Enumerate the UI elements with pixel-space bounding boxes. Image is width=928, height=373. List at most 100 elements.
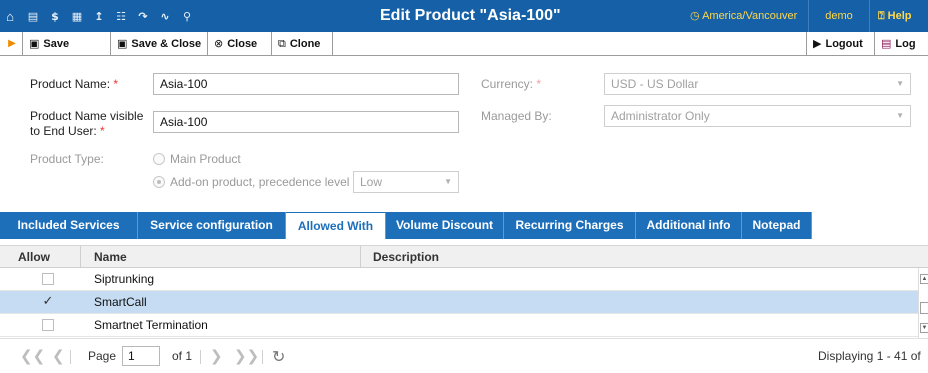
user-menu[interactable]: demo bbox=[808, 0, 870, 32]
managed-by-label: Managed By: bbox=[481, 109, 552, 123]
page-title: Edit Product "Asia-100" bbox=[380, 7, 561, 24]
first-page-icon[interactable]: ❮❮ bbox=[20, 339, 45, 373]
log-button[interactable]: ▤ Log bbox=[874, 32, 928, 56]
refresh-icon[interactable]: ↻ bbox=[272, 339, 285, 373]
home-icon[interactable]: ⌂ bbox=[0, 0, 20, 32]
tab-recurring-charges[interactable]: Recurring Charges bbox=[504, 212, 636, 239]
save-button[interactable]: ▣ Save bbox=[22, 32, 77, 56]
next-page-icon[interactable]: ❯ bbox=[210, 339, 223, 373]
help-link[interactable]: ⍰ Help bbox=[878, 0, 912, 32]
scroll-thumb[interactable] bbox=[920, 302, 928, 314]
scroll-up-icon[interactable]: ▲ bbox=[920, 274, 928, 284]
scroll-down-icon[interactable]: ▼ bbox=[920, 323, 928, 333]
save-close-button[interactable]: ▣ Save & Close bbox=[110, 32, 207, 56]
product-name-input[interactable]: Asia-100 bbox=[153, 73, 459, 95]
tab-allowed-with[interactable]: Allowed With bbox=[286, 212, 386, 239]
grid-scrollbar[interactable]: ▲ ▼ bbox=[918, 268, 928, 338]
upload-icon[interactable]: ↥ bbox=[88, 10, 110, 23]
precedence-value: Low bbox=[360, 175, 383, 189]
table-row[interactable]: Smartnet Termination bbox=[0, 314, 918, 337]
pager-divider bbox=[200, 350, 201, 364]
grid-header: Allow Name Description bbox=[0, 245, 928, 268]
timezone-label: America/Vancouver bbox=[702, 10, 798, 22]
floppy-icon: ▣ bbox=[29, 37, 40, 50]
chevron-down-icon: ▼ bbox=[896, 111, 904, 120]
page-total-label: of 1 bbox=[172, 349, 193, 363]
product-name-label-text: Product Name: bbox=[30, 77, 111, 91]
pagination-bar: ❮❮ ❮ Page 1 of 1 ❯ ❯❯ ↻ Displaying 1 - 4… bbox=[0, 338, 928, 373]
row-name: Smartnet Termination bbox=[94, 318, 208, 332]
list-icon[interactable]: ▤ bbox=[22, 10, 44, 23]
nav-icon-group: ▤ $ ▦ ↥ ☷ ↷ ∿ ⚲ bbox=[22, 0, 198, 32]
product-type-label: Product Type: bbox=[30, 152, 104, 166]
main-product-label: Main Product bbox=[170, 152, 241, 166]
toolbar: ▶ ▣ Save ▣ Save & Close ⊗ Close ⧉ Clone ▶ Log… bbox=[0, 32, 928, 56]
currency-select[interactable]: USD - US Dollar ▼ bbox=[604, 73, 911, 95]
column-allow[interactable]: Allow bbox=[18, 246, 50, 268]
allow-checkbox[interactable] bbox=[42, 319, 54, 331]
dollar-icon[interactable]: $ bbox=[44, 10, 66, 23]
search-icon[interactable]: ⚲ bbox=[176, 10, 198, 23]
pager-divider bbox=[70, 350, 71, 364]
clone-button[interactable]: ⧉ Clone bbox=[271, 32, 332, 56]
grid-icon[interactable]: ▦ bbox=[66, 10, 88, 23]
column-description[interactable]: Description bbox=[373, 246, 439, 268]
precedence-select[interactable]: Low ▼ bbox=[353, 171, 459, 193]
save-close-label: Save & Close bbox=[131, 38, 202, 50]
column-divider bbox=[80, 246, 81, 268]
logout-icon: ▶ bbox=[813, 37, 822, 50]
addon-product-radio[interactable]: Add-on product, precedence level bbox=[153, 175, 349, 189]
required-mark: * bbox=[113, 77, 119, 91]
page-label: Page bbox=[88, 349, 117, 363]
log-label: Log bbox=[895, 38, 916, 50]
logout-button[interactable]: ▶ Logout bbox=[806, 32, 874, 56]
close-label: Close bbox=[227, 38, 258, 50]
main-product-radio[interactable]: Main Product bbox=[153, 152, 241, 166]
visible-name-input[interactable]: Asia-100 bbox=[153, 111, 459, 133]
chevron-down-icon: ▼ bbox=[896, 79, 904, 88]
currency-value: USD - US Dollar bbox=[611, 77, 699, 91]
share-icon[interactable]: ↷ bbox=[132, 10, 154, 23]
column-name[interactable]: Name bbox=[94, 246, 127, 268]
managed-by-value: Administrator Only bbox=[611, 109, 710, 123]
toolbar-divider bbox=[332, 32, 333, 56]
required-mark: * bbox=[536, 77, 542, 91]
prev-page-icon[interactable]: ❮ bbox=[52, 339, 65, 373]
chevron-down-icon: ▼ bbox=[444, 177, 452, 186]
visible-name-label-line1: Product Name visible bbox=[30, 109, 144, 123]
last-page-icon[interactable]: ❯❯ bbox=[234, 339, 259, 373]
radio-circle-selected bbox=[153, 176, 165, 188]
displaying-count: Displaying 1 - 41 of 41 bbox=[818, 349, 921, 363]
logout-label: Logout bbox=[825, 38, 863, 50]
tab-additional-info[interactable]: Additional info bbox=[636, 212, 742, 239]
users-icon[interactable]: ☷ bbox=[110, 10, 132, 23]
required-mark: * bbox=[100, 124, 105, 138]
tab-volume-discount[interactable]: Volume Discount bbox=[386, 212, 504, 239]
table-row[interactable]: Siptrunking bbox=[0, 268, 918, 291]
floppy-close-icon: ▣ bbox=[117, 37, 128, 50]
tab-service-configuration[interactable]: Service configuration bbox=[138, 212, 286, 239]
play-icon[interactable]: ▶ bbox=[4, 36, 20, 52]
page-number-input[interactable]: 1 bbox=[122, 346, 160, 366]
column-divider bbox=[360, 246, 361, 268]
tab-bar: Included Services Service configuration … bbox=[0, 212, 928, 239]
help-icon: ⍰ bbox=[878, 10, 885, 22]
product-form: Product Name: * Asia-100 Product Name vi… bbox=[0, 57, 928, 212]
allow-checkbox[interactable] bbox=[42, 273, 54, 285]
close-button[interactable]: ⊗ Close bbox=[207, 32, 271, 56]
save-label: Save bbox=[43, 38, 70, 50]
tab-notepad[interactable]: Notepad bbox=[742, 212, 812, 239]
timezone-link[interactable]: ◷ America/Vancouver bbox=[690, 0, 797, 32]
managed-by-select[interactable]: Administrator Only ▼ bbox=[604, 105, 911, 127]
chart-icon[interactable]: ∿ bbox=[154, 10, 176, 23]
currency-label-text: Currency: bbox=[481, 77, 534, 91]
table-row[interactable]: ✓ SmartCall bbox=[0, 291, 918, 314]
clone-label: Clone bbox=[289, 38, 321, 50]
allow-checkbox-checked[interactable]: ✓ bbox=[42, 295, 54, 308]
row-name: SmartCall bbox=[94, 295, 147, 309]
pager-divider bbox=[262, 350, 263, 364]
clone-icon: ⧉ bbox=[278, 37, 286, 50]
tab-included-services[interactable]: Included Services bbox=[0, 212, 138, 239]
log-icon: ▤ bbox=[881, 37, 892, 50]
close-icon: ⊗ bbox=[214, 37, 224, 50]
